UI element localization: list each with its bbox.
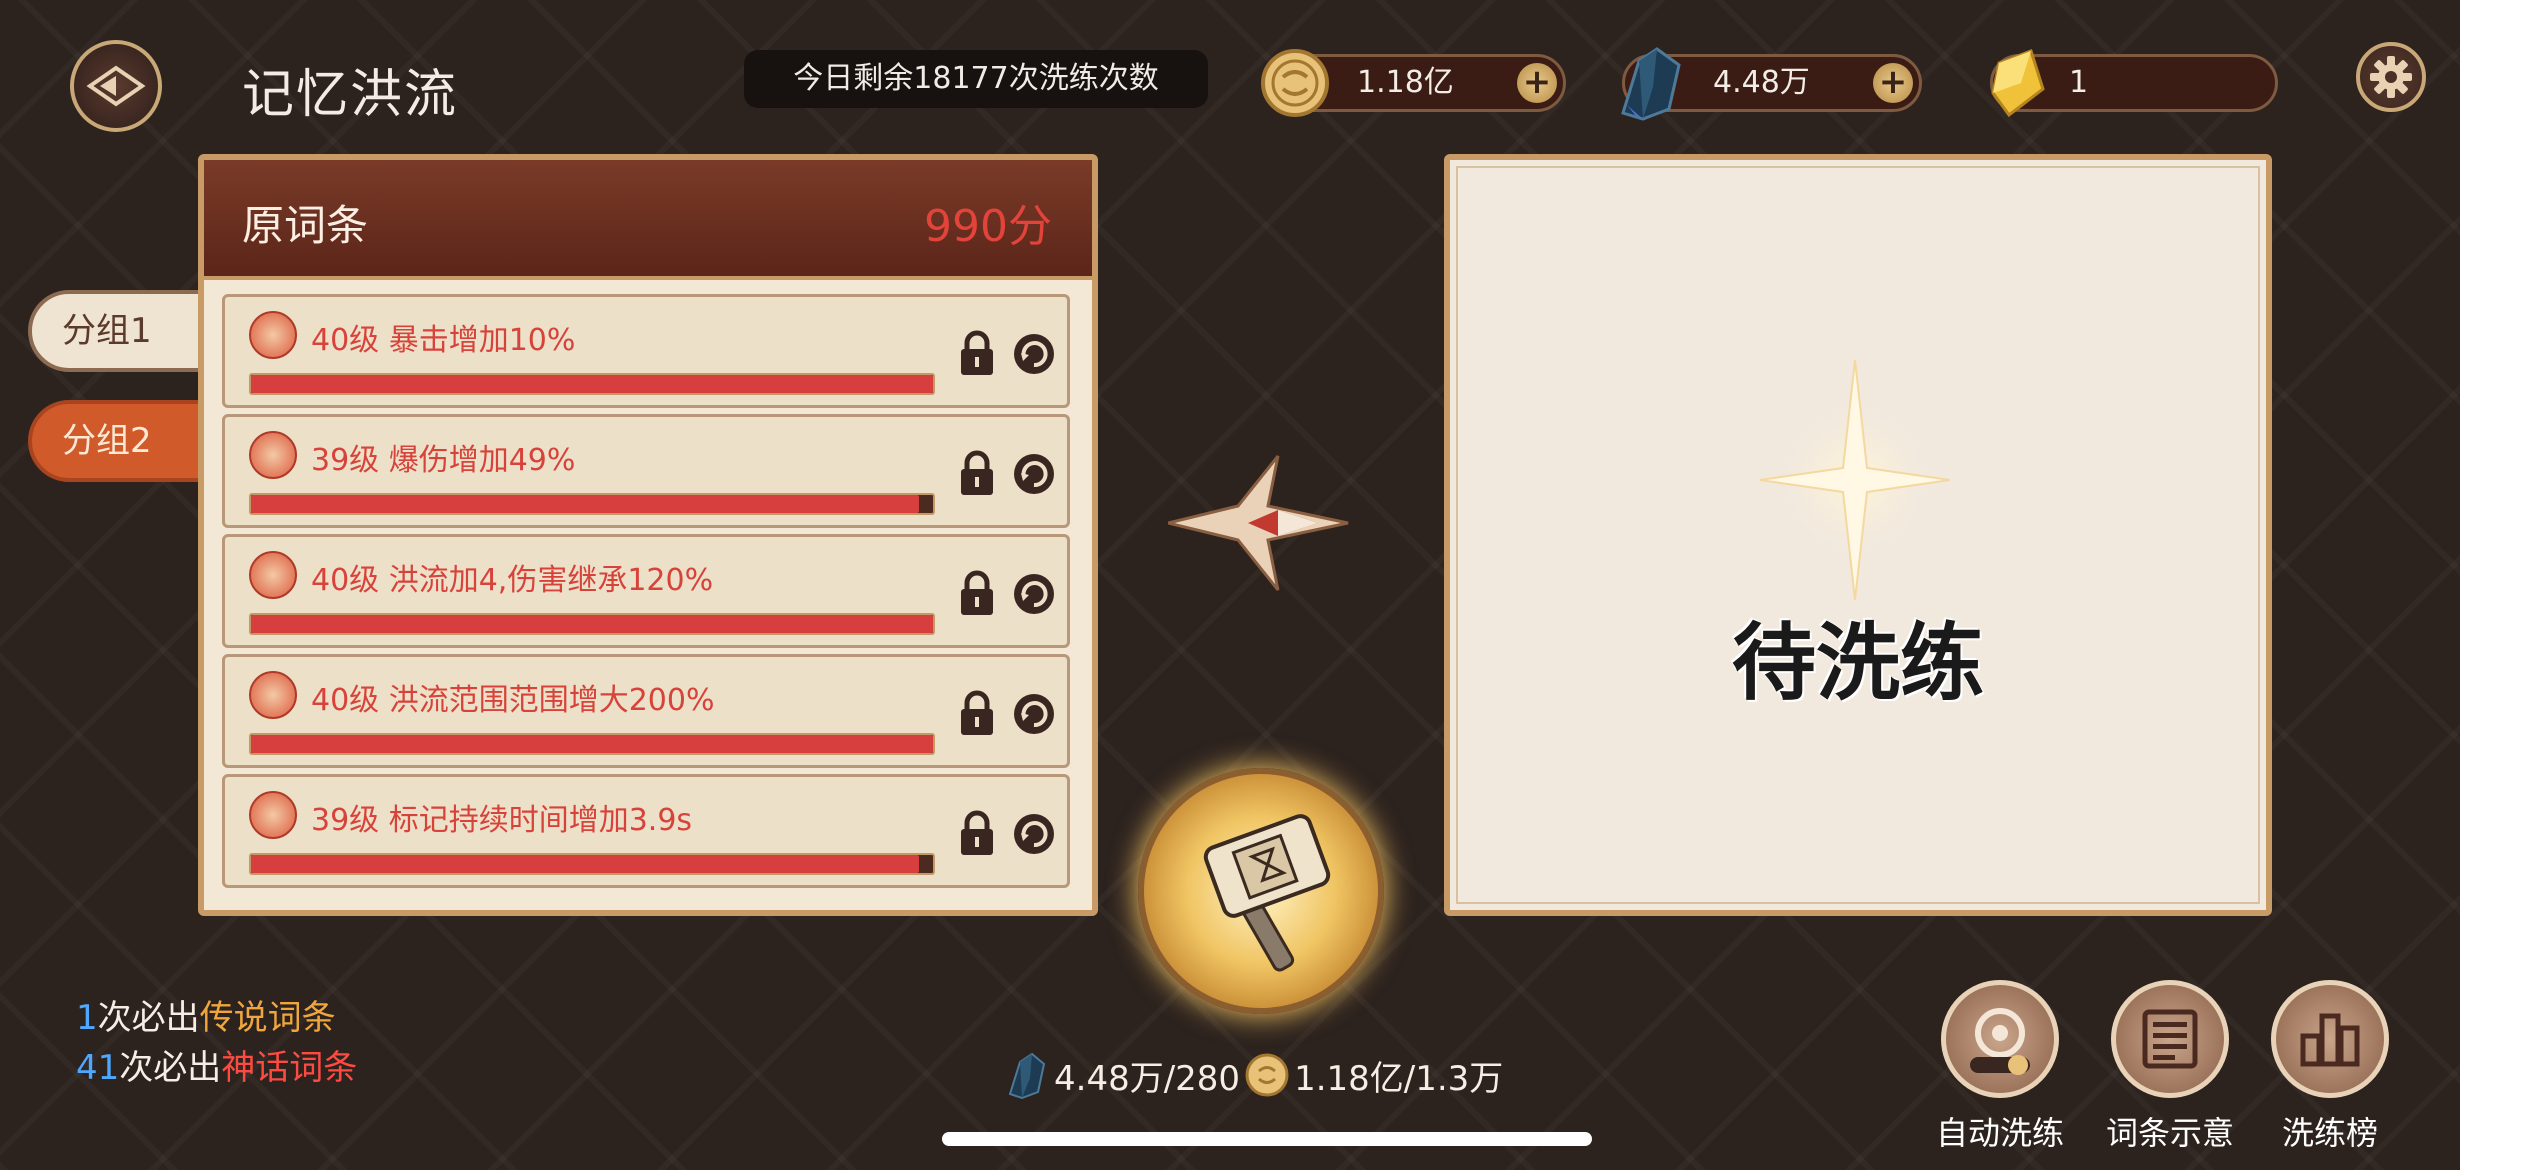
original-stats-header: 原词条 990分 <box>204 160 1092 280</box>
refresh-icon[interactable] <box>1011 811 1057 857</box>
add-crystal-button[interactable]: + <box>1873 63 1913 103</box>
refresh-icon[interactable] <box>1011 451 1057 497</box>
refresh-icon[interactable] <box>1011 691 1057 737</box>
auto-refine-button[interactable]: 自动洗练 <box>1930 980 2070 1154</box>
crit-damage-stat-icon <box>249 431 297 479</box>
stat-level-fill <box>251 495 920 513</box>
screen-edge <box>2460 0 2532 1170</box>
hammer-icon <box>1203 814 1331 972</box>
myth-guarantee: 41次必出神话词条 <box>76 1040 357 1089</box>
gear-icon <box>2370 56 2412 98</box>
stat-level-fill <box>251 855 920 873</box>
stat-text: 40级 洪流加4,伤害继承120% <box>311 563 714 598</box>
mark-duration-stat-icon <box>249 791 297 839</box>
flood-range-stat-icon <box>249 671 297 719</box>
lock-icon[interactable] <box>957 569 997 617</box>
original-stats-panel: 原词条 990分 40级 暴击增加10% 39级 爆伤增加49% 40级 洪流加… <box>198 154 1098 916</box>
sparkle-icon <box>1760 360 1950 600</box>
arrow-right-icon <box>1168 455 1349 591</box>
dark-crystal-icon <box>1621 47 1681 121</box>
legend-prefix: 次必出 <box>97 998 200 1038</box>
gold-coin-icon <box>1245 1053 1289 1097</box>
myth-label: 神话词条 <box>221 1048 358 1088</box>
settings-button[interactable] <box>2356 42 2426 112</box>
ranking-circle <box>2271 980 2389 1098</box>
stat-row: 39级 爆伤增加49% <box>222 414 1070 528</box>
currency-crystal: 4.48万 + <box>1621 47 1922 121</box>
back-button[interactable] <box>70 40 162 132</box>
gold-coin-icon <box>1261 49 1329 117</box>
dark-crystal-icon <box>1008 1052 1046 1100</box>
stat-preview-circle <box>2111 980 2229 1098</box>
auto-refine-circle <box>1941 980 2059 1098</box>
pending-refine-text: 待洗练 <box>1731 614 1984 712</box>
page-title: 记忆洪流 <box>242 65 459 125</box>
remaining-refines: 今日剩余18177次洗练次数 <box>744 50 1208 108</box>
auto-gear-icon <box>1970 1008 2030 1075</box>
stat-level-fill <box>251 615 933 633</box>
flood-stat-icon <box>249 551 297 599</box>
podium-icon <box>2300 1013 2360 1067</box>
stat-level-bar <box>249 853 935 875</box>
gold-value: 1.18亿 <box>1357 65 1454 100</box>
original-stats-title: 原词条 <box>242 201 369 250</box>
legend-guarantee: 1次必出传说词条 <box>76 990 336 1039</box>
ranking-button[interactable]: 洗练榜 <box>2260 980 2400 1154</box>
legend-label: 传说词条 <box>199 998 336 1038</box>
result-panel: 待洗练 <box>1444 154 2272 916</box>
lock-icon[interactable] <box>957 689 997 737</box>
crit-stat-icon <box>249 311 297 359</box>
stat-level-bar <box>249 733 935 755</box>
auto-refine-label: 自动洗练 <box>1935 1114 2064 1152</box>
group-tab-2[interactable]: 分组2 <box>28 400 206 482</box>
refine-cost: 4.48万/280 1.18亿/1.3万 <box>1004 1052 1504 1100</box>
back-arrow-icon <box>86 65 146 107</box>
lock-icon[interactable] <box>957 329 997 377</box>
stat-level-fill <box>251 375 933 393</box>
stat-row: 39级 标记持续时间增加3.9s <box>222 774 1070 888</box>
currency-gem: 1 <box>1990 49 2278 118</box>
list-document-icon <box>2142 1009 2198 1069</box>
stat-text: 39级 爆伤增加49% <box>311 443 576 478</box>
stat-row: 40级 洪流范围范围增大200% <box>222 654 1070 768</box>
stat-preview-button[interactable]: 词条示意 <box>2100 980 2240 1154</box>
refine-button[interactable] <box>1138 768 1384 1014</box>
crystal-cost: 4.48万/280 <box>1054 1058 1241 1099</box>
stat-text: 40级 洪流范围范围增大200% <box>311 683 715 718</box>
lock-icon[interactable] <box>957 449 997 497</box>
stat-level-fill <box>251 735 933 753</box>
stat-level-bar <box>249 493 935 515</box>
refresh-icon[interactable] <box>1011 331 1057 377</box>
group-tab-1[interactable]: 分组1 <box>28 290 206 372</box>
stat-text: 40级 暴击增加10% <box>311 323 576 358</box>
myth-count: 41 <box>76 1048 120 1088</box>
crystal-value: 4.48万 <box>1713 65 1810 100</box>
legend-count: 1 <box>76 998 98 1038</box>
ranking-label: 洗练榜 <box>2281 1114 2378 1152</box>
stat-level-bar <box>249 373 935 395</box>
stat-text: 39级 标记持续时间增加3.9s <box>311 803 693 838</box>
gold-cost: 1.18亿/1.3万 <box>1294 1058 1504 1099</box>
stat-row: 40级 暴击增加10% <box>222 294 1070 408</box>
original-score: 990分 <box>924 201 1052 252</box>
currency-gold: 1.18亿 + <box>1261 49 1566 117</box>
add-gold-button[interactable]: + <box>1517 63 1557 103</box>
stat-row: 40级 洪流加4,伤害继承120% <box>222 534 1070 648</box>
refresh-icon[interactable] <box>1011 571 1057 617</box>
stat-preview-label: 词条示意 <box>2105 1114 2234 1152</box>
gem-value: 1 <box>2069 65 2089 100</box>
gold-gem-icon <box>1991 49 2045 118</box>
myth-prefix: 次必出 <box>119 1048 222 1088</box>
home-indicator[interactable] <box>942 1132 1592 1146</box>
lock-icon[interactable] <box>957 809 997 857</box>
stat-level-bar <box>249 613 935 635</box>
